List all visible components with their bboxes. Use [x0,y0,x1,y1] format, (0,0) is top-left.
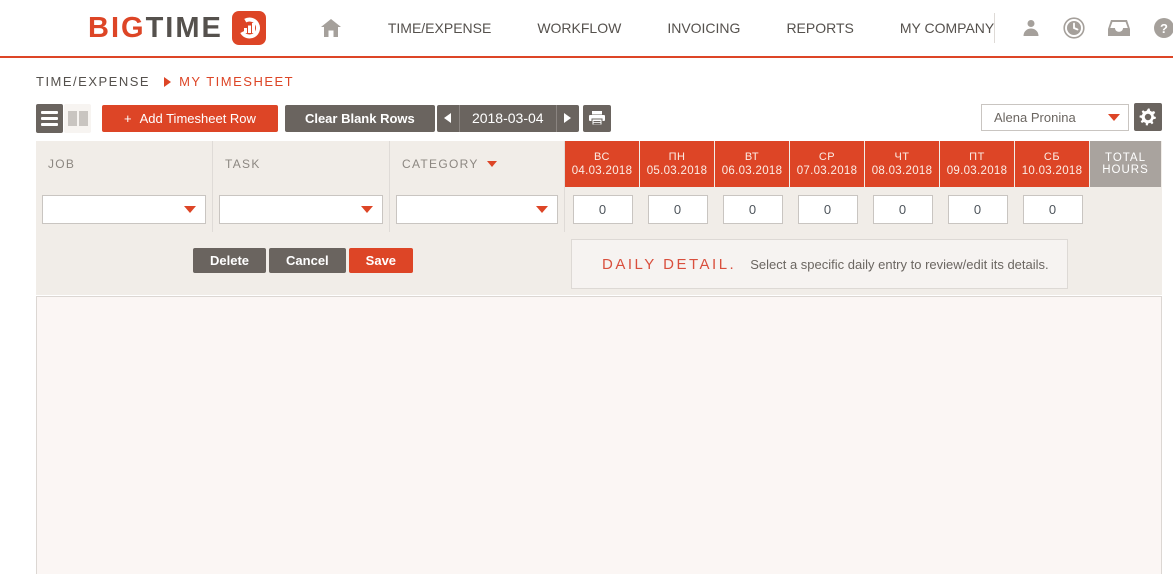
hours-input-sun[interactable] [572,195,633,224]
top-navbar: BIGTIME TIME/EXPENSE WORKFLOW INVOICING … [0,0,1173,58]
breadcrumb-section[interactable]: TIME/EXPENSE [36,74,150,89]
menu-my-company[interactable]: MY COMPANY [900,20,994,36]
plus-icon: + [124,110,132,126]
day-header-fri[interactable]: ПТ 09.03.2018 [940,141,1015,187]
hours-input-mon[interactable] [647,195,708,224]
timesheet-body-empty-area [36,296,1162,574]
menu-invoicing[interactable]: INVOICING [667,20,740,36]
print-button[interactable] [582,104,611,132]
svg-text:?: ? [1160,21,1168,36]
clear-blank-rows-button[interactable]: Clear Blank Rows [284,104,435,132]
day-header-sun[interactable]: ВС 04.03.2018 [565,141,640,187]
clock-icon[interactable] [1063,17,1085,39]
week-navigator: 2018-03-04 [436,104,579,132]
task-select[interactable] [219,195,383,224]
day-header-wed[interactable]: СР 07.03.2018 [790,141,865,187]
hours-input-fri[interactable] [947,195,1008,224]
printer-icon [588,111,605,126]
timesheet-toolbar: + Add Timesheet Row Clear Blank Rows 201… [0,103,1173,133]
chevron-down-icon [486,161,497,167]
hours-input-wed[interactable] [797,195,858,224]
gear-icon [1139,108,1156,126]
previous-week-button[interactable] [437,105,459,132]
day-header-tue[interactable]: ВТ 06.03.2018 [715,141,790,187]
inbox-icon[interactable] [1107,18,1131,38]
hamburger-icon [41,110,58,114]
bigtime-logo[interactable]: BIGTIME [88,11,266,45]
staff-select[interactable]: Alena Pronina [981,103,1129,131]
week-date-value[interactable]: 2018-03-04 [460,110,556,126]
hours-input-thu[interactable] [872,195,933,224]
chevron-down-icon [184,206,196,213]
chevron-right-icon [564,113,572,123]
chevron-down-icon [536,206,548,213]
add-timesheet-row-button[interactable]: + Add Timesheet Row [102,104,278,132]
daily-detail-message: Select a specific daily entry to review/… [750,256,1049,272]
breadcrumb-page: MY TIMESHEET [179,74,295,89]
home-icon[interactable] [320,18,342,38]
timesheet-header-row: JOB TASK CATEGORY ВС 04.03.2018 ПН 05.03.2… [36,141,1162,187]
column-header-total-hours: TOTAL HOURS [1090,141,1161,187]
day-header-mon[interactable]: ПН 05.03.2018 [640,141,715,187]
chevron-down-icon [361,206,373,213]
breadcrumb-arrow-icon [164,76,172,87]
row-total-cell [1090,187,1161,232]
menu-workflow[interactable]: WORKFLOW [537,20,621,36]
chevron-down-icon [1108,113,1120,121]
hours-input-sat[interactable] [1022,195,1083,224]
grid-view-button[interactable] [64,103,91,133]
toolbar-right: Alena Pronina [981,103,1162,131]
day-header-thu[interactable]: ЧТ 08.03.2018 [865,141,940,187]
settings-button[interactable] [1134,103,1162,131]
user-icon[interactable] [1021,18,1041,38]
column-header-task: TASK [213,141,390,187]
row-action-buttons: Delete Cancel Save [193,248,414,273]
help-icon[interactable]: ? [1153,17,1173,39]
main-menu: TIME/EXPENSE WORKFLOW INVOICING REPORTS … [388,20,994,36]
menu-reports[interactable]: REPORTS [786,20,853,36]
action-band: Delete Cancel Save DAILY DETAIL. Select … [36,232,1162,295]
breadcrumb: TIME/EXPENSE MY TIMESHEET [0,58,1173,99]
timesheet-entry-row [36,187,1162,232]
daily-detail-title: DAILY DETAIL. [602,255,737,273]
nav-divider [994,13,996,43]
job-select[interactable] [42,195,206,224]
grid-view-icon [67,110,77,126]
delete-button[interactable]: Delete [193,248,267,273]
category-select[interactable] [396,195,558,224]
menu-time-expense[interactable]: TIME/EXPENSE [388,20,491,36]
timesheet-table: JOB TASK CATEGORY ВС 04.03.2018 ПН 05.03.2… [36,141,1162,295]
hours-input-tue[interactable] [722,195,783,224]
staff-select-value: Alena Pronina [994,109,1076,125]
nav-utility-icons: ? [994,13,1173,43]
cancel-button[interactable]: Cancel [269,248,346,273]
save-button[interactable]: Save [348,248,414,273]
logo-text: BIGTIME [88,11,223,44]
bigtime-logo-icon [231,11,266,45]
column-header-category[interactable]: CATEGORY [390,141,565,187]
list-view-button[interactable] [36,103,63,133]
column-header-job: JOB [36,141,213,187]
next-week-button[interactable] [557,105,579,132]
daily-detail-panel: DAILY DETAIL. Select a specific daily en… [571,239,1068,289]
chevron-left-icon [444,113,452,123]
day-header-sat[interactable]: СБ 10.03.2018 [1015,141,1090,187]
